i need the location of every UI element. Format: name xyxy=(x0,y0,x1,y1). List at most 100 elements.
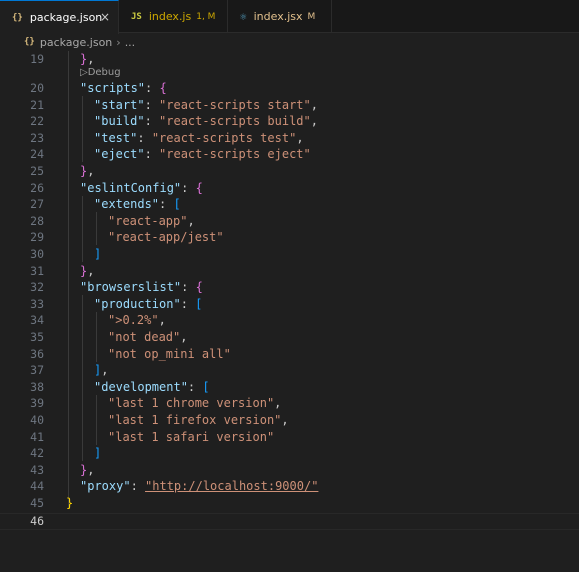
line-number: 26 xyxy=(30,180,44,195)
code-line: 39 "last 1 chrome version", xyxy=(0,395,579,412)
code-text: "not op_mini all" xyxy=(108,346,231,361)
line-number: 40 xyxy=(30,413,44,427)
tab-label: package.json xyxy=(29,11,103,24)
line-number: 30 xyxy=(30,247,44,261)
line-number: 25 xyxy=(30,164,44,178)
line-number: 28 xyxy=(30,213,44,228)
code-line: 30 ] xyxy=(0,246,579,263)
problems-badge: 1, M xyxy=(196,11,216,22)
code-text: "last 1 chrome version", xyxy=(108,396,282,411)
code-text: "react-app/jest" xyxy=(108,230,224,245)
javascript-file-icon: JS xyxy=(131,11,142,22)
line-number: 39 xyxy=(30,396,44,411)
code-text: "last 1 firefox version", xyxy=(108,413,289,427)
tab-index-jsx[interactable]: ⚛ index.jsx M xyxy=(228,0,332,33)
code-line: 32 "browserslist": { xyxy=(0,279,579,296)
code-text: "development": [ xyxy=(94,379,210,394)
tab-label: index.jsx xyxy=(253,10,303,23)
code-line: 33 "production": [ xyxy=(0,296,579,313)
code-text: }, xyxy=(80,52,95,66)
line-number: 43 xyxy=(30,462,44,477)
line-number: 41 xyxy=(30,429,44,444)
breadcrumb-file[interactable]: package.json xyxy=(40,36,112,49)
code-line: 43 }, xyxy=(0,462,579,479)
code-line: 26 "eslintConfig": { xyxy=(0,180,579,197)
code-line: 35 "not dead", xyxy=(0,329,579,346)
code-text: ">0.2%", xyxy=(108,313,166,328)
code-line: 29 "react-app/jest" xyxy=(0,229,579,246)
code-text: ] xyxy=(94,446,102,461)
line-number: 27 xyxy=(30,197,44,212)
code-text: "eslintConfig": { xyxy=(80,180,203,195)
line-number: 22 xyxy=(30,114,44,129)
line-number: 46 xyxy=(30,514,44,528)
breadcrumb-separator: › xyxy=(116,35,121,49)
code-text: "scripts": { xyxy=(80,81,167,95)
modified-badge: M xyxy=(307,11,316,22)
code-text: "test": "react-scripts test", xyxy=(94,130,304,145)
json-file-icon: {} xyxy=(12,12,23,23)
line-number: 45 xyxy=(30,496,44,510)
code-line: 44 "proxy": "http://localhost:9000/" xyxy=(0,478,579,495)
code-line-current[interactable]: 46 xyxy=(0,513,579,530)
code-text: "browserslist": { xyxy=(80,280,203,295)
code-text: ] xyxy=(94,247,102,261)
breadcrumb-more[interactable]: ... xyxy=(125,36,136,49)
code-line: 31 }, xyxy=(0,263,579,280)
close-icon[interactable]: × xyxy=(100,10,110,24)
breadcrumb: {} package.json › ... xyxy=(0,33,579,51)
code-line: 19 }, xyxy=(0,51,579,68)
line-number: 36 xyxy=(30,346,44,361)
code-text: "build": "react-scripts build", xyxy=(94,114,318,129)
debug-codelens[interactable]: ▷Debug xyxy=(80,67,121,79)
code-line: 36 "not op_mini all" xyxy=(0,346,579,363)
tab-index-js[interactable]: JS index.js 1, M xyxy=(119,0,228,33)
line-number: 24 xyxy=(30,147,44,162)
line-number: 23 xyxy=(30,130,44,145)
line-number: 21 xyxy=(30,97,44,112)
code-text: "react-app", xyxy=(108,213,195,228)
code-line: 34 ">0.2%", xyxy=(0,312,579,329)
code-line: 28 "react-app", xyxy=(0,213,579,230)
line-number: 20 xyxy=(30,81,44,95)
react-file-icon: ⚛ xyxy=(240,10,247,23)
code-text: "start": "react-scripts start", xyxy=(94,97,318,112)
tab-label: index.js xyxy=(148,10,192,23)
line-number: 34 xyxy=(30,313,44,328)
code-line: 22 "build": "react-scripts build", xyxy=(0,113,579,130)
line-number: 38 xyxy=(30,379,44,394)
line-number: 42 xyxy=(30,446,44,461)
code-text: "last 1 safari version" xyxy=(108,429,275,444)
code-text: "eject": "react-scripts eject" xyxy=(94,147,311,162)
code-text: }, xyxy=(80,263,95,278)
code-text: "production": [ xyxy=(94,296,203,311)
line-number: 31 xyxy=(30,263,44,278)
code-text: }, xyxy=(80,462,95,477)
code-text: "extends": [ xyxy=(94,197,181,212)
code-text: } xyxy=(66,496,74,510)
line-number: 37 xyxy=(30,363,44,378)
code-editor[interactable]: 19 }, ▷Debug 20 "scripts": { 21 "start":… xyxy=(0,51,579,572)
code-line: 25 }, xyxy=(0,163,579,180)
line-number: 44 xyxy=(30,479,44,494)
code-line: 41 "last 1 safari version" xyxy=(0,429,579,446)
code-line: 40 "last 1 firefox version", xyxy=(0,412,579,429)
tab-bar: {} package.json × JS index.js 1, M ⚛ ind… xyxy=(0,0,579,34)
code-text: ], xyxy=(94,363,109,378)
code-line: 27 "extends": [ xyxy=(0,196,579,213)
code-line: 21 "start": "react-scripts start", xyxy=(0,97,579,114)
line-number: 35 xyxy=(30,330,44,344)
code-line: 42 ] xyxy=(0,445,579,462)
line-number: 33 xyxy=(30,296,44,311)
code-line: 24 "eject": "react-scripts eject" xyxy=(0,146,579,163)
code-line: 23 "test": "react-scripts test", xyxy=(0,130,579,147)
line-number: 32 xyxy=(30,280,44,295)
tab-package-json[interactable]: {} package.json × xyxy=(0,0,119,34)
json-file-icon: {} xyxy=(24,37,35,47)
code-line: 37 ], xyxy=(0,362,579,379)
code-text: }, xyxy=(80,164,95,178)
code-line: 38 "development": [ xyxy=(0,379,579,396)
code-line: 45 } xyxy=(0,495,579,512)
line-number: 19 xyxy=(30,52,44,66)
code-line: 20 "scripts": { xyxy=(0,80,579,97)
